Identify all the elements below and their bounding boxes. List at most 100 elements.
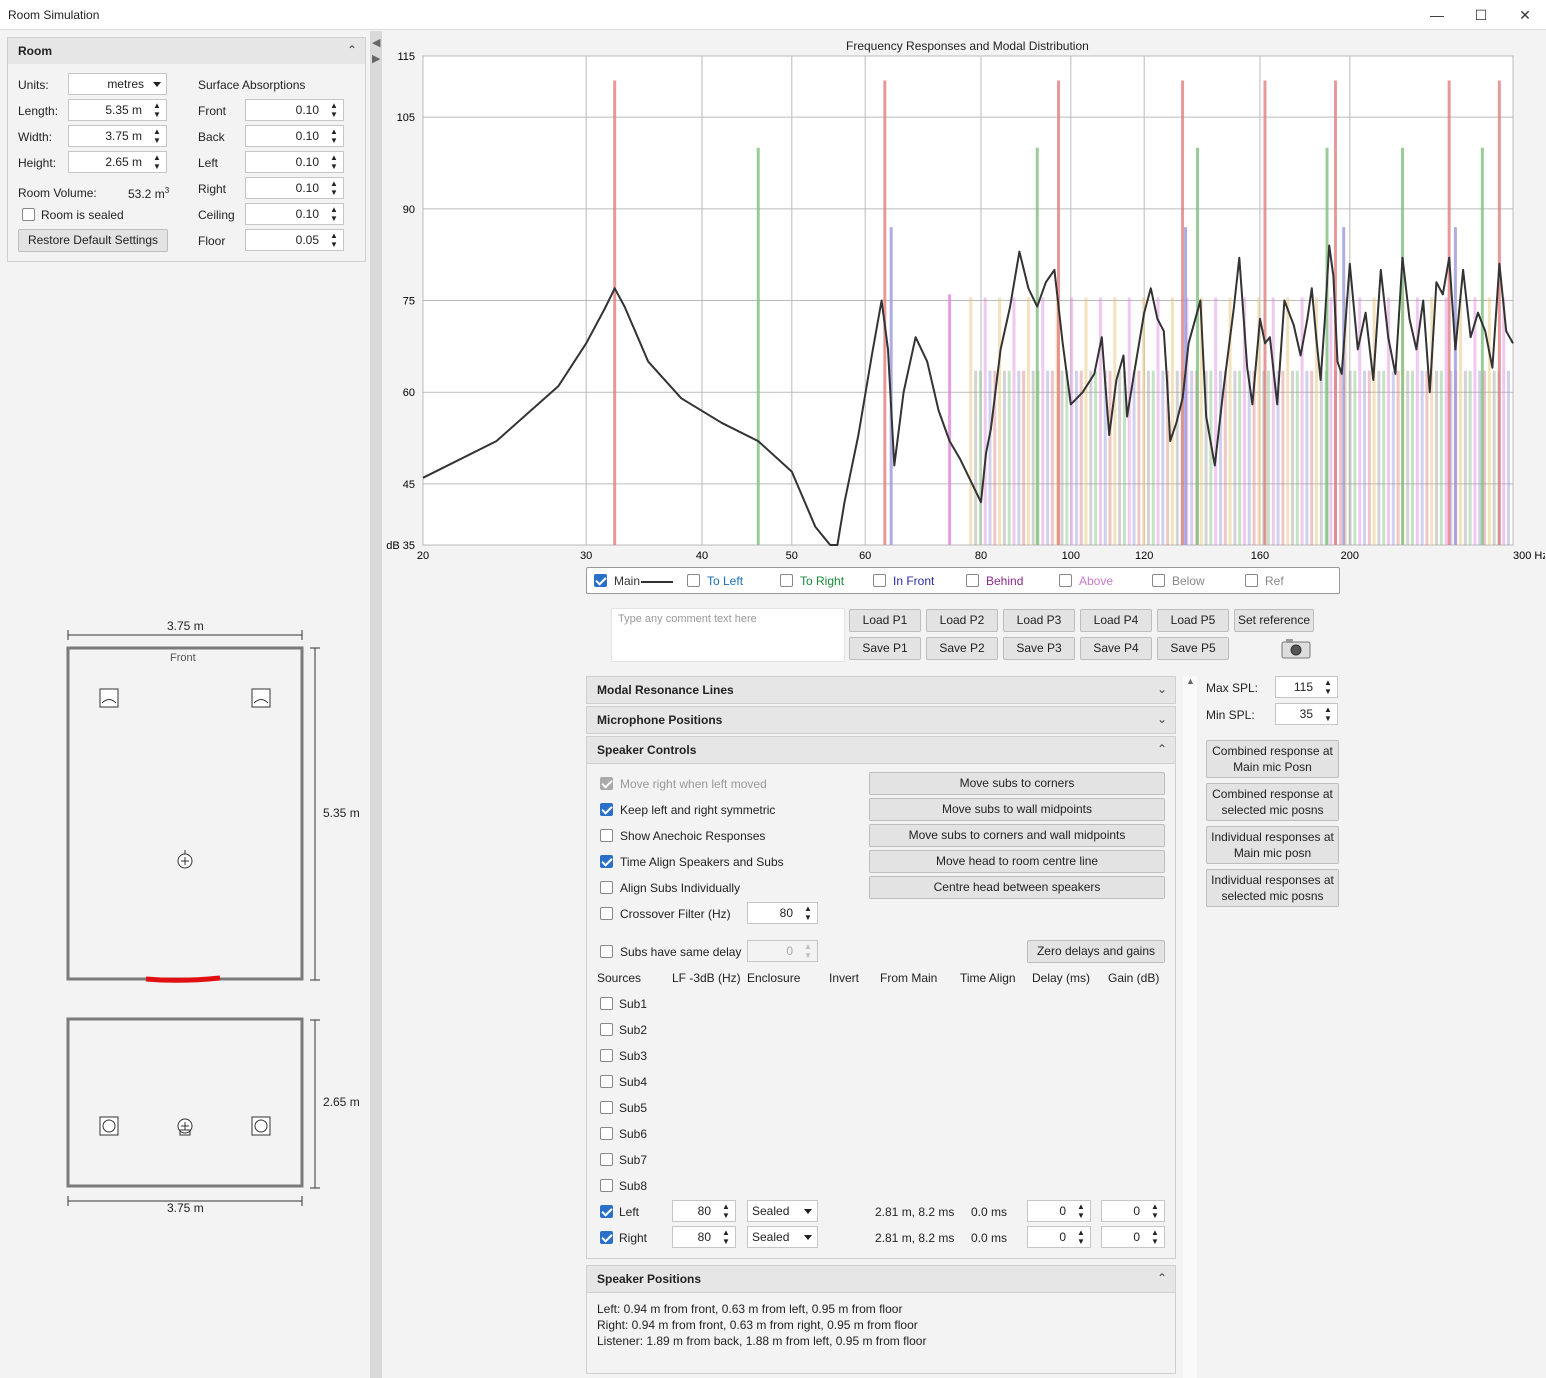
collapse-left-icon[interactable]: ◀ [372,36,380,49]
spinner-icon[interactable]: ▲ ▼ [327,101,341,119]
spinner-icon[interactable]: ▲ ▼ [801,904,815,922]
right-gain-field[interactable]: 0 ▲ ▼ [1101,1226,1165,1248]
load-p4-button[interactable]: Load P4 [1080,609,1152,632]
load-p2-button[interactable]: Load P2 [926,609,998,632]
spinner-icon[interactable]: ▲ ▼ [1321,705,1335,723]
spinner-icon[interactable]: ▲ ▼ [327,179,341,197]
move-head-to-room-centre-line-button[interactable]: Move head to room centre line [869,850,1165,873]
left-speaker-side-icon[interactable] [99,1116,119,1136]
move-subs-to-corners-and-wall-midpoints-button[interactable]: Move subs to corners and wall midpoints [869,824,1165,847]
max-spl-field[interactable]: 115 ▲ ▼ [1275,676,1338,698]
sub2-checkbox[interactable] [600,1023,613,1036]
sub8-checkbox[interactable] [600,1179,613,1192]
right-enclosure-select[interactable]: Sealed [747,1226,818,1248]
scrollbar[interactable]: ▲ [1183,676,1197,1378]
spinner-icon[interactable]: ▲ ▼ [1074,1202,1088,1220]
spinner-icon[interactable]: ▲ ▼ [327,231,341,249]
minimize-icon[interactable]: — [1414,0,1460,30]
left-gain-field[interactable]: 0 ▲ ▼ [1101,1200,1165,1222]
load-p1-button[interactable]: Load P1 [849,609,921,632]
surface-field-front[interactable]: 0.10 ▲ ▼ [245,99,344,121]
legend-checkbox-behind[interactable] [966,574,979,587]
mic-positions-header[interactable]: Microphone Positions ⌄ [586,706,1176,734]
collapse-icon[interactable]: ⌃ [1157,1271,1167,1285]
right-checkbox[interactable] [600,1231,613,1244]
spinner-icon[interactable]: ▲ ▼ [719,1202,733,1220]
spinner-icon[interactable]: ▲ ▼ [719,1228,733,1246]
right-speaker-side-icon[interactable] [251,1116,271,1136]
room-sealed-checkbox[interactable] [22,208,35,221]
legend-checkbox-below[interactable] [1152,574,1165,587]
speaker-controls-header[interactable]: Speaker Controls ⌃ [586,736,1176,764]
response-button-1[interactable]: Combined response at Main mic Posn [1206,740,1339,778]
camera-icon[interactable] [1281,638,1311,660]
collapse-icon[interactable]: ⌃ [347,43,357,57]
right-delay-field[interactable]: 0 ▲ ▼ [1027,1226,1091,1248]
speaker-positions-header[interactable]: Speaker Positions ⌃ [586,1265,1176,1293]
sub3-checkbox[interactable] [600,1049,613,1062]
right-speaker-icon[interactable] [251,688,271,708]
option-checkbox[interactable] [600,907,613,920]
centre-head-between-speakers-button[interactable]: Centre head between speakers [869,876,1165,899]
maximize-icon[interactable]: ☐ [1458,0,1504,30]
legend-checkbox-ref[interactable] [1245,574,1258,587]
spinner-icon[interactable]: ▲ ▼ [1321,678,1335,696]
sub6-checkbox[interactable] [600,1127,613,1140]
response-button-4[interactable]: Individual responses at selected mic posn… [1206,869,1339,907]
response-button-3[interactable]: Individual responses at Main mic posn [1206,826,1339,864]
splitter[interactable] [370,31,382,1378]
spinner-icon[interactable]: ▲ ▼ [1148,1202,1162,1220]
min-spl-field[interactable]: 35 ▲ ▼ [1275,703,1338,725]
expand-right-icon[interactable]: ▶ [372,52,380,65]
option-checkbox[interactable] [600,881,613,894]
legend-checkbox-to-right[interactable] [780,574,793,587]
surface-field-right[interactable]: 0.10 ▲ ▼ [245,177,344,199]
comment-input[interactable]: Type any comment text here [611,608,845,662]
units-select[interactable]: metres [68,73,167,95]
spinner-icon[interactable]: ▲ ▼ [150,153,164,171]
sub4-checkbox[interactable] [600,1075,613,1088]
left-lf-field[interactable]: 80 ▲ ▼ [672,1200,736,1222]
option-checkbox[interactable] [600,803,613,816]
save-p5-button[interactable]: Save P5 [1157,637,1229,660]
left-speaker-icon[interactable] [99,688,119,708]
restore-defaults-button[interactable]: Restore Default Settings [18,229,168,252]
height-field[interactable]: 2.65 m ▲ ▼ [68,151,167,173]
legend-checkbox-above[interactable] [1059,574,1072,587]
save-p3-button[interactable]: Save P3 [1003,637,1075,660]
room-header[interactable]: Room ⌃ [7,37,366,65]
set-reference-button[interactable]: Set reference [1234,609,1314,632]
modal-lines-header[interactable]: Modal Resonance Lines ⌄ [586,676,1176,704]
subs-same-delay-checkbox[interactable] [600,945,613,958]
expand-icon[interactable]: ⌄ [1157,712,1167,726]
load-p3-button[interactable]: Load P3 [1003,609,1075,632]
response-button-2[interactable]: Combined response at selected mic posns [1206,783,1339,821]
close-icon[interactable]: ✕ [1502,0,1546,30]
save-p1-button[interactable]: Save P1 [849,637,921,660]
spinner-icon[interactable]: ▲ ▼ [150,127,164,145]
legend-checkbox-to-left[interactable] [687,574,700,587]
listener-side-icon[interactable] [177,1118,193,1136]
legend-checkbox-main[interactable] [594,574,607,587]
spinner-icon[interactable]: ▲ ▼ [327,127,341,145]
collapse-icon[interactable]: ⌃ [1157,742,1167,756]
length-field[interactable]: 5.35 m ▲ ▼ [68,99,167,121]
surface-field-ceiling[interactable]: 0.10 ▲ ▼ [245,203,344,225]
move-subs-to-corners-button[interactable]: Move subs to corners [869,772,1165,795]
right-lf-field[interactable]: 80 ▲ ▼ [672,1226,736,1248]
surface-field-back[interactable]: 0.10 ▲ ▼ [245,125,344,147]
left-checkbox[interactable] [600,1205,613,1218]
zero-delays-button[interactable]: Zero delays and gains [1027,940,1165,963]
left-enclosure-select[interactable]: Sealed [747,1200,818,1222]
sub5-checkbox[interactable] [600,1101,613,1114]
expand-icon[interactable]: ⌄ [1157,682,1167,696]
option-checkbox[interactable] [600,829,613,842]
width-field[interactable]: 3.75 m ▲ ▼ [68,125,167,147]
load-p5-button[interactable]: Load P5 [1157,609,1229,632]
spinner-icon[interactable]: ▲ ▼ [327,205,341,223]
surface-field-floor[interactable]: 0.05 ▲ ▼ [245,229,344,251]
save-p2-button[interactable]: Save P2 [926,637,998,660]
spinner-icon[interactable]: ▲ ▼ [150,101,164,119]
save-p4-button[interactable]: Save P4 [1080,637,1152,660]
sub7-checkbox[interactable] [600,1153,613,1166]
